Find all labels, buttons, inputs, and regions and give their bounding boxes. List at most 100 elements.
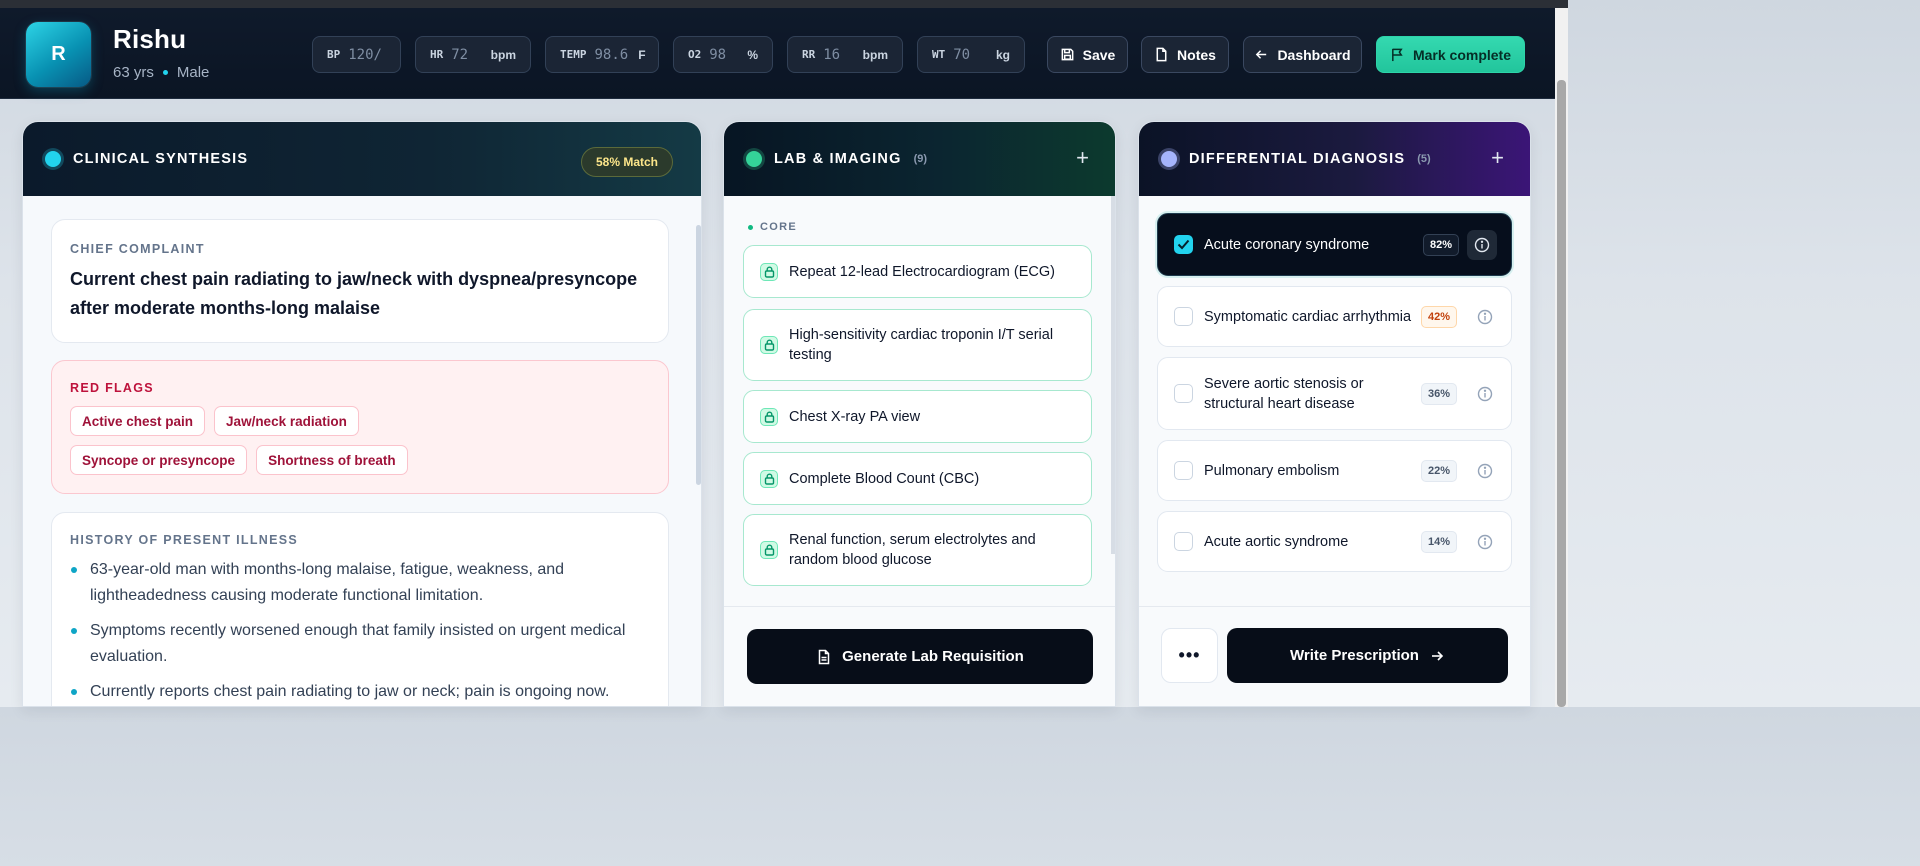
checkbox-checked[interactable] (1174, 234, 1193, 254)
info-icon[interactable] (1477, 309, 1493, 325)
mark-complete-label: Mark complete (1412, 46, 1512, 63)
checkbox[interactable] (1174, 383, 1193, 403)
generate-lab-label: Generate Lab Requisition (842, 648, 1024, 665)
diagnosis-item[interactable]: Severe aortic stenosis or structural hea… (1157, 357, 1512, 430)
vital-value: 16 (823, 46, 841, 63)
synthesis-scrollbar[interactable] (696, 225, 701, 485)
vital-temp-input[interactable]: TEMP 98.6 F (545, 36, 659, 73)
flag-icon (1392, 48, 1403, 62)
vital-unit: F (638, 47, 646, 62)
probability-badge: 14% (1420, 530, 1457, 553)
notes-button[interactable]: Notes (1141, 36, 1229, 73)
red-flags-card: RED FLAGS Active chest pain Jaw/neck rad… (51, 360, 669, 494)
more-options-button[interactable]: ••• (1161, 628, 1218, 683)
dashboard-label: Dashboard (1277, 46, 1351, 63)
vital-value: 98 (709, 46, 727, 63)
lab-imaging-header: LAB & IMAGING (9) + (724, 122, 1115, 196)
info-button[interactable] (1467, 229, 1497, 260)
lab-count: (9) (913, 153, 928, 165)
lab-item[interactable]: Renal function, serum electrolytes and r… (743, 514, 1092, 586)
generate-lab-requisition-button[interactable]: Generate Lab Requisition (747, 629, 1093, 684)
clinical-synthesis-body[interactable]: CHIEF COMPLAINT Current chest pain radia… (23, 196, 701, 706)
patient-avatar: R (26, 22, 91, 87)
checkbox[interactable] (1174, 460, 1193, 480)
checkbox[interactable] (1174, 306, 1193, 326)
lab-item[interactable]: Chest X-ray PA view (743, 390, 1092, 443)
lab-scrollbar[interactable] (1111, 196, 1115, 554)
diagnosis-item[interactable]: Acute coronary syndrome 82% (1157, 213, 1512, 276)
diagnosis-name: Severe aortic stenosis or structural hea… (1204, 375, 1364, 412)
hpi-item: 63-year-old man with months-long malaise… (70, 557, 650, 609)
hpi-label: HISTORY OF PRESENT ILLNESS (70, 533, 299, 547)
status-dot-icon (746, 151, 762, 167)
lab-item-label: Complete Blood Count (CBC) (789, 470, 980, 487)
probability-badge: 82% (1422, 233, 1459, 256)
info-icon (1474, 237, 1490, 252)
vital-hr-input[interactable]: HR 72 bpm (415, 36, 531, 73)
diagnosis-count: (5) (1417, 153, 1431, 165)
vital-unit: bpm (490, 47, 516, 62)
info-icon[interactable] (1477, 534, 1493, 550)
add-lab-plus-icon[interactable]: + (1076, 147, 1089, 169)
red-flag-chip: Active chest pain (70, 406, 206, 436)
lab-item[interactable]: Complete Blood Count (CBC) (743, 452, 1092, 505)
status-dot-icon (45, 151, 61, 167)
notes-label: Notes (1177, 46, 1216, 63)
diagnosis-item[interactable]: Symptomatic cardiac arrhythmia 42% (1157, 286, 1512, 347)
lab-item[interactable]: Repeat 12-lead Electrocardiogram (ECG) (743, 245, 1092, 298)
vital-rr-input[interactable]: RR 16 bpm (787, 36, 903, 73)
browser-top-strip (0, 0, 1568, 8)
vital-bp-input[interactable]: BP 120/ (312, 36, 401, 73)
lock-icon (760, 469, 778, 488)
dashboard-button[interactable]: Dashboard (1243, 36, 1362, 73)
diagnosis-name: Pulmonary embolism (1204, 462, 1340, 479)
diagnosis-item[interactable]: Pulmonary embolism 22% (1157, 440, 1512, 501)
vital-label: BP (327, 48, 341, 61)
vital-label: WT (932, 48, 946, 61)
vital-label: O2 (688, 48, 702, 61)
vital-o2-input[interactable]: O2 98 % (673, 36, 773, 73)
core-label: CORE (760, 221, 797, 233)
info-icon[interactable] (1477, 463, 1493, 479)
patient-meta: 63 yrs Male (113, 64, 209, 81)
mark-complete-button[interactable]: Mark complete (1376, 36, 1525, 73)
save-label: Save (1082, 46, 1116, 63)
status-dot-icon (1161, 151, 1177, 167)
vital-label: HR (430, 48, 444, 61)
save-icon (1061, 48, 1074, 61)
probability-badge: 22% (1420, 459, 1457, 482)
vital-value: 70 (953, 46, 971, 63)
lock-icon (760, 262, 778, 281)
separator-dot (162, 70, 168, 75)
red-flag-chip: Syncope or presyncope (70, 445, 248, 475)
chief-complaint-card: CHIEF COMPLAINT Current chest pain radia… (51, 219, 669, 343)
arrow-right-icon (1431, 650, 1444, 661)
save-button[interactable]: Save (1047, 36, 1128, 73)
match-badge: 58% Match (580, 147, 673, 177)
diagnosis-item[interactable]: Acute aortic syndrome 14% (1157, 511, 1512, 572)
vital-label: TEMP (560, 48, 587, 61)
hpi-card: HISTORY OF PRESENT ILLNESS 63-year-old m… (51, 512, 669, 706)
lab-item-label: Chest X-ray PA view (789, 408, 921, 425)
lab-list-body[interactable]: CORE Repeat 12-lead Electrocardiogram (E… (724, 196, 1115, 606)
hpi-item: Currently reports chest pain radiating t… (70, 679, 650, 705)
info-icon[interactable] (1477, 386, 1493, 402)
page-scrollbar-thumb[interactable] (1557, 80, 1566, 707)
vital-wt-input[interactable]: WT 70 kg (917, 36, 1025, 73)
write-prescription-button[interactable]: Write Prescription (1227, 628, 1508, 683)
core-section-label: CORE (748, 221, 797, 233)
patient-name: Rishu (113, 24, 187, 54)
patient-age: 63 yrs (113, 64, 154, 81)
checkbox[interactable] (1174, 531, 1193, 551)
lab-item[interactable]: High-sensitivity cardiac troponin I/T se… (743, 309, 1092, 381)
differential-list-body[interactable]: Acute coronary syndrome 82% Symptomatic … (1139, 196, 1530, 606)
clinical-synthesis-panel: CLINICAL SYNTHESIS 58% Match CHIEF COMPL… (22, 121, 702, 707)
lab-item-label: Repeat 12-lead Electrocardiogram (ECG) (789, 263, 1055, 280)
vital-unit: kg (995, 47, 1010, 62)
add-diagnosis-plus-icon[interactable]: + (1491, 147, 1504, 169)
chief-complaint-text: Current chest pain radiating to jaw/neck… (70, 269, 638, 318)
document-icon (1156, 47, 1167, 62)
differential-header: DIFFERENTIAL DIAGNOSIS (5) + (1139, 122, 1530, 196)
red-flag-chip: Shortness of breath (256, 445, 408, 475)
probability-badge: 36% (1420, 382, 1457, 405)
